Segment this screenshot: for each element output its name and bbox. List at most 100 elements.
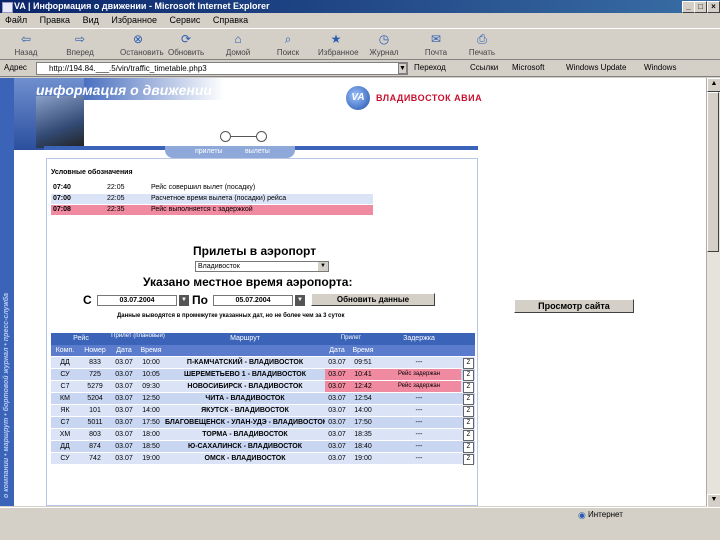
ie-app-icon [2, 2, 13, 13]
cell-company: ДД [60, 359, 70, 366]
cell-actual-date: 03.07 [325, 369, 349, 380]
window-title: VA | Информация о движении - Microsoft I… [14, 1, 270, 11]
cell-route: ОМСК - ВЛАДИВОСТОК [204, 455, 286, 462]
cell-number: 833 [89, 359, 101, 366]
toolbar: ⇦ Назад ⇨ Вперед ⊗ Остановить ⟳ Обновить ⌂ До… [0, 28, 720, 60]
flight-details-icon[interactable]: Z [463, 418, 474, 429]
cell-delay: --- [415, 443, 423, 450]
cell-actual-time: 18:35 [354, 431, 372, 438]
cell-company: С7 [60, 419, 70, 426]
search-button[interactable]: ⌕ Поиск [270, 32, 306, 60]
tabs: прилеты вылеты [165, 146, 295, 158]
menu-file[interactable]: Файл [0, 13, 32, 27]
tab-arrivals-dot[interactable] [220, 131, 231, 142]
tab-departures-dot[interactable] [256, 131, 267, 142]
go-button[interactable]: Переход [414, 63, 446, 72]
cell-number: 874 [89, 443, 101, 450]
cell-time: 17:50 [142, 419, 160, 426]
print-icon: ⎙ [477, 32, 487, 46]
header-actual-date: Дата [329, 347, 345, 354]
cell-route: БЛАГОВЕЩЕНСК - УЛАН-УДЭ - ВЛАДИВОСТОК [165, 419, 325, 426]
airport-select[interactable]: Владивосток [195, 261, 329, 272]
cell-actual-time: 19:00 [354, 455, 372, 462]
home-button[interactable]: ⌂ Домой [220, 32, 256, 60]
cell-route: ШЕРЕМЕТЬЕВО 1 - ВЛАДИВОСТОК [183, 371, 307, 378]
scroll-thumb[interactable] [707, 92, 719, 252]
address-input[interactable]: http://194.84.___.5/vin/traffic_timetabl… [36, 62, 408, 75]
flight-details-icon[interactable]: Z [463, 382, 474, 393]
menu-favorites[interactable]: Избранное [106, 13, 162, 27]
cell-time: 18:50 [142, 443, 160, 450]
internet-zone-icon: ◉ [578, 510, 586, 520]
cell-time: 10:00 [142, 359, 160, 366]
cell-date: 03.07 [115, 431, 133, 438]
cell-time: 12:50 [142, 395, 160, 402]
link-windows[interactable]: Windows [644, 63, 676, 72]
close-icon[interactable]: × [707, 1, 720, 13]
cell-number: 803 [89, 431, 101, 438]
flight-details-icon[interactable]: Z [463, 370, 474, 381]
menu-help[interactable]: Справка [208, 13, 253, 27]
address-label: Адрес [4, 63, 27, 72]
stop-button[interactable]: ⊗ Остановить [120, 32, 164, 60]
mail-button[interactable]: ✉ Почта [418, 32, 454, 60]
window-title-bar[interactable]: VA | Информация о движении - Microsoft I… [0, 0, 720, 13]
cell-date: 03.07 [115, 395, 133, 402]
cell-delay: Рейс задержан [377, 381, 461, 392]
scroll-up-icon[interactable]: ▲ [707, 78, 720, 92]
calendar-from-icon[interactable]: ▼ [179, 295, 189, 306]
menu-view[interactable]: Вид [78, 13, 104, 27]
address-bar: Адрес http://194.84.___.5/vin/traffic_ti… [0, 61, 720, 77]
header-delay: Задержка [403, 335, 435, 342]
tab-departures[interactable]: вылеты [245, 148, 270, 155]
header-route: Маршрут [230, 335, 260, 342]
from-label: С [83, 293, 92, 307]
link-microsoft[interactable]: Microsoft [512, 63, 544, 72]
tab-switch[interactable] [218, 129, 268, 143]
cell-actual-time: 18:40 [354, 443, 372, 450]
refresh-button[interactable]: ⟳ Обновить [168, 32, 204, 60]
header-actual: Прилет [340, 335, 362, 341]
local-time-title: Указано местное время аэропорта: [143, 275, 353, 289]
link-windows-update[interactable]: Windows Update [566, 63, 626, 72]
address-dropdown-icon[interactable]: ▼ [398, 63, 407, 74]
favorites-button[interactable]: ★ Избранное [318, 32, 359, 60]
flight-details-icon[interactable]: Z [463, 442, 474, 453]
calendar-to-icon[interactable]: ▼ [295, 295, 305, 306]
search-icon: ⌕ [284, 32, 292, 46]
view-site-button[interactable]: Просмотр сайта [514, 299, 634, 313]
left-nav-text[interactable]: о компании • маршрут • бортовой журнал •… [3, 78, 10, 498]
tab-arrivals[interactable]: прилеты [195, 148, 223, 155]
cell-date: 03.07 [115, 359, 133, 366]
date-range-note: Данные выводятся в промежутке указанных … [117, 313, 345, 319]
cell-delay: --- [415, 431, 423, 438]
to-label: По [192, 293, 208, 307]
cell-actual-time: 10:41 [349, 369, 377, 380]
status-zone: Интернет [588, 510, 623, 519]
scroll-down-icon[interactable]: ▼ [707, 494, 720, 508]
forward-button[interactable]: ⇨ Вперед [62, 32, 98, 60]
maximize-icon[interactable]: □ [694, 1, 707, 13]
refresh-data-button[interactable]: Обновить данные [311, 293, 435, 306]
print-button[interactable]: ⎙ Печать [464, 32, 500, 60]
cell-route: П-КАМЧАТСКИЙ - ВЛАДИВОСТОК [186, 359, 304, 366]
table-row: СУ 742 03.07 19:00 ОМСК - ВЛАДИВОСТОК 03.07 19… [51, 453, 475, 465]
flight-details-icon[interactable]: Z [463, 430, 474, 441]
table-row: СУ 725 03.07 10:05 ШЕРЕМЕТЬЕВО 1 - ВЛАДИВОСТ… [51, 369, 475, 381]
table-row: С7 5279 03.07 09:30 НОВОСИБИРСК - ВЛАДИВОСТО… [51, 381, 475, 393]
menu-tools[interactable]: Сервис [165, 13, 206, 27]
flight-details-icon[interactable]: Z [463, 406, 474, 417]
chevron-down-icon[interactable]: ▼ [318, 262, 328, 271]
flight-details-icon[interactable]: Z [463, 454, 474, 465]
menu-edit[interactable]: Правка [35, 13, 75, 27]
flight-details-icon[interactable]: Z [463, 358, 474, 369]
date-from-input[interactable]: 03.07.2004 [97, 295, 177, 306]
date-to-input[interactable]: 05.07.2004 [213, 295, 293, 306]
flight-details-icon[interactable]: Z [463, 394, 474, 405]
back-button[interactable]: ⇦ Назад [8, 32, 44, 60]
header-actual-time: Время [352, 347, 374, 354]
header-number: Номер [84, 347, 106, 354]
cell-company: ХМ [59, 431, 71, 438]
history-button[interactable]: ◷ Журнал [366, 32, 402, 60]
cell-delay: --- [415, 359, 423, 366]
